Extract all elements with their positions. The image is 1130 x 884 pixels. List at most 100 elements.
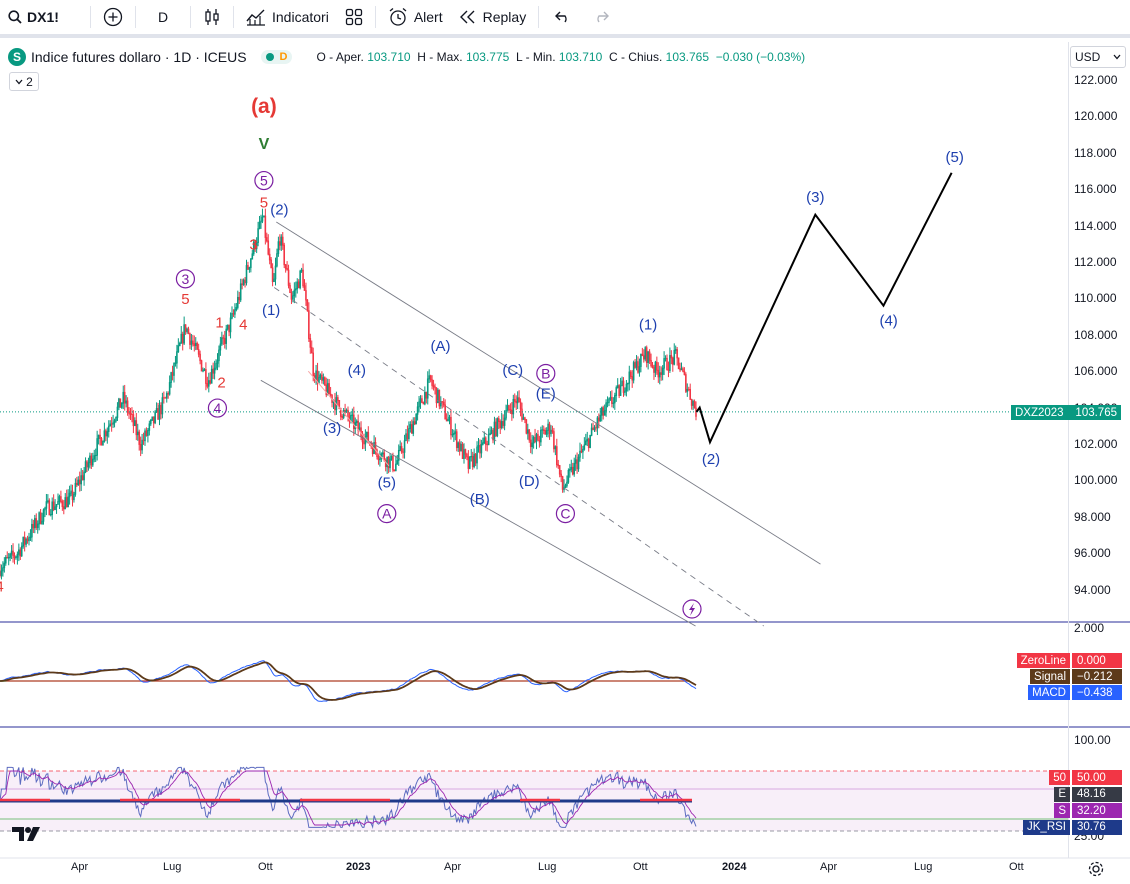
indicator-tag-value: 30.76 — [1072, 819, 1122, 835]
close-label: C - Chius. — [608, 50, 663, 64]
chevron-down-icon — [15, 79, 23, 84]
wave-label: (4) — [348, 362, 366, 379]
high-label: H - Max. — [417, 50, 463, 64]
price-tick-label: 122.000 — [1074, 73, 1118, 87]
wave-label: (C) — [502, 362, 523, 379]
collapse-indicators-button[interactable]: 2 — [9, 72, 39, 91]
indicator-tag-value: −0.212 — [1072, 669, 1122, 684]
indicator-tag-value: 0.000 — [1072, 653, 1122, 668]
time-tick-label: Lug — [538, 861, 557, 873]
high-value: 103.775 — [465, 50, 510, 64]
wave-label: (D) — [519, 473, 540, 490]
indicator-count: 2 — [26, 74, 33, 89]
price-tick-label: 96.000 — [1074, 546, 1111, 561]
ohlc-values: O - Aper. 103.710 H - Max. 103.775 L - M… — [316, 50, 805, 64]
wave-label: (2) — [270, 202, 288, 219]
time-tick-label: Apr — [820, 861, 838, 873]
rsi-tag: JK_RSI 30.76 — [1010, 819, 1122, 835]
price-tick-label: 98.000 — [1074, 509, 1111, 524]
tradingview-logo[interactable] — [12, 826, 42, 847]
price-tick-label: 106.000 — [1074, 364, 1118, 379]
change-value: −0.030 (−0.03%) — [715, 50, 806, 64]
last-price-tag: DXZ2023 103.765 — [1011, 405, 1121, 420]
delayed-badge: D — [279, 51, 288, 63]
wave-label: C — [560, 506, 570, 522]
indicator-tag-value: 50.00 — [1072, 770, 1122, 785]
market-status-pill[interactable]: D — [260, 50, 293, 64]
price-tick-label: 120.000 — [1074, 109, 1118, 124]
price-tick-label: 100.000 — [1074, 473, 1118, 488]
price-tick-label: 114.000 — [1074, 218, 1117, 233]
tradingview-logo-icon — [12, 827, 40, 841]
indicator-tag-value: 48.16 — [1072, 786, 1122, 802]
wave-label: 3 — [182, 271, 190, 287]
rsi-tag: S 32.20 — [1010, 803, 1122, 818]
indicator-tag-value: −0.438 — [1072, 685, 1122, 700]
rsi-tick-label: 100.00 — [1074, 733, 1111, 747]
chart-legend: S Indice futures dollaro · 1D · ICEUS D … — [8, 47, 805, 67]
price-tick-label: 116.000 — [1074, 182, 1117, 197]
price-tick-label: 94.000 — [1074, 582, 1111, 597]
wave-label: (2) — [702, 451, 720, 468]
chart-settings-button[interactable] — [1088, 861, 1104, 882]
contract-label: DXZ2023 — [1015, 406, 1064, 419]
time-tick-label: Ott — [633, 861, 648, 873]
time-tick-label: Apr — [444, 861, 462, 873]
close-value: 103.765 — [665, 50, 710, 64]
time-tick-label: Ott — [258, 861, 273, 873]
chevron-down-icon — [1113, 54, 1121, 60]
indicator-tag-value: 32.20 — [1072, 803, 1122, 818]
wave-label: 4 — [239, 316, 247, 333]
indicator-tag-label: MACD — [1028, 685, 1070, 700]
price-tick-label: 108.000 — [1074, 327, 1118, 342]
chart-canvas[interactable]: (a)V553(2)(1)43512434(4)(3)(5)A(A)(B)(C)… — [0, 0, 1130, 884]
wave-label: (1) — [262, 302, 280, 319]
wave-label: 5 — [181, 291, 189, 308]
wave-label: (a) — [251, 95, 277, 118]
time-tick-label: 2024 — [722, 861, 747, 873]
wave-label: (A) — [430, 338, 450, 355]
indicator-tag-label: S — [1054, 803, 1070, 818]
wave-label: (3) — [806, 189, 824, 206]
open-label: O - Aper. — [316, 50, 364, 64]
last-price-value: 103.765 — [1075, 406, 1117, 419]
wave-label: 3 — [249, 236, 257, 253]
time-tick-label: Lug — [914, 861, 933, 873]
wave-label: (3) — [323, 420, 341, 437]
wave-label: 2 — [217, 375, 225, 392]
price-tick-label: 118.000 — [1074, 145, 1117, 160]
currency-select[interactable]: USD — [1070, 46, 1126, 68]
macd-tag: MACD −0.438 — [1010, 685, 1122, 700]
indicator-tag-label: E — [1054, 786, 1070, 802]
time-tick-label: Lug — [163, 861, 182, 873]
plot-background — [0, 42, 1068, 858]
series-title[interactable]: Indice futures dollaro · 1D · ICEUS — [31, 49, 247, 65]
time-tick-label: Apr — [71, 861, 89, 873]
time-tick-label: Ott — [1009, 861, 1024, 873]
time-tick-label: 2023 — [346, 861, 371, 873]
wave-label: B — [541, 365, 550, 381]
gear-icon — [1088, 861, 1104, 877]
macd-tag: ZeroLine 0.000 — [1010, 653, 1122, 668]
wave-label: (B) — [470, 491, 490, 508]
low-label: L - Min. — [516, 50, 556, 64]
macd-axis-top: 2.000 — [1074, 621, 1105, 635]
price-tick-label: 102.000 — [1074, 437, 1118, 451]
price-tick-label: 110.000 — [1074, 291, 1117, 306]
wave-label: 5 — [260, 173, 268, 189]
wave-label: (5) — [378, 475, 396, 492]
wave-label: 4 — [214, 400, 222, 416]
wave-label: (5) — [946, 149, 964, 166]
wave-label: 4 — [0, 578, 4, 595]
macd-tag: Signal −0.212 — [1010, 669, 1122, 684]
currency-label: USD — [1075, 50, 1101, 64]
indicator-tag-label: 50 — [1049, 770, 1070, 785]
wave-label: A — [382, 506, 392, 522]
wave-label: (4) — [879, 313, 897, 330]
rsi-tag: E 48.16 — [1010, 786, 1122, 802]
wave-label: (E) — [536, 386, 556, 403]
open-value: 103.710 — [367, 50, 411, 64]
rsi-tag: 50 50.00 — [1010, 770, 1122, 785]
low-value: 103.710 — [558, 50, 603, 64]
indicator-tag-label: Signal — [1030, 669, 1070, 684]
